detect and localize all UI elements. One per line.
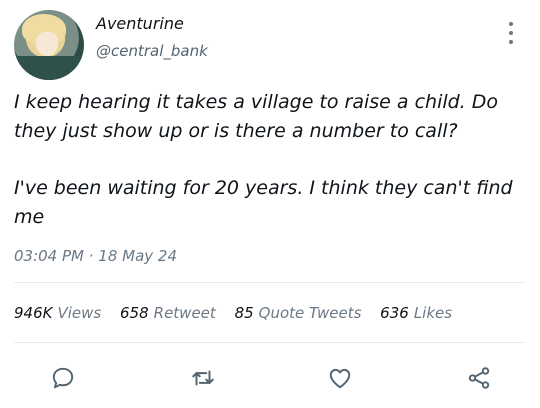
- quote-label: Quote Tweets: [258, 304, 362, 322]
- tweet-text: I keep hearing it takes a village to rai…: [14, 88, 529, 232]
- reply-icon: [52, 367, 74, 389]
- likes-count: 636: [380, 304, 409, 322]
- like-button[interactable]: [320, 358, 360, 398]
- user-handle[interactable]: @central_bank: [96, 42, 208, 60]
- retweet-button[interactable]: [183, 358, 223, 398]
- like-icon: [329, 368, 351, 389]
- display-name[interactable]: Aventurine: [96, 14, 184, 33]
- likes-label: Likes: [413, 304, 453, 322]
- more-dot: [509, 31, 513, 35]
- divider: [14, 282, 526, 283]
- divider: [14, 342, 526, 343]
- retweet-stat[interactable]: 658 Retweet: [120, 304, 216, 322]
- more-options-icon[interactable]: [505, 22, 517, 44]
- action-bar: [0, 358, 540, 398]
- share-button[interactable]: [459, 358, 499, 398]
- tweet-stats: 946K Views 658 Retweet 85 Quote Tweets 636 L…: [14, 304, 466, 322]
- quote-count: 85: [234, 304, 254, 322]
- views-label: Views: [57, 304, 102, 322]
- share-icon: [468, 367, 490, 389]
- retweet-count: 658: [120, 304, 149, 322]
- reply-button[interactable]: [43, 358, 83, 398]
- views-stat[interactable]: 946K Views: [14, 304, 101, 322]
- avatar-face: [36, 32, 58, 56]
- avatar[interactable]: [14, 10, 84, 80]
- retweet-label: Retweet: [153, 304, 216, 322]
- tweet-timestamp[interactable]: 03:04 PM · 18 May 24: [14, 247, 177, 265]
- avatar-coat: [14, 56, 84, 80]
- tweet-paragraph: I've been waiting for 20 years. I think …: [14, 177, 513, 228]
- quote-stat[interactable]: 85 Quote Tweets: [235, 304, 362, 322]
- more-dot: [509, 40, 513, 44]
- likes-stat[interactable]: 636 Likes: [380, 304, 452, 322]
- views-count: 946K: [14, 304, 53, 322]
- retweet-icon: [192, 370, 214, 386]
- more-dot: [509, 22, 513, 26]
- tweet-paragraph: I keep hearing it takes a village to rai…: [14, 91, 499, 142]
